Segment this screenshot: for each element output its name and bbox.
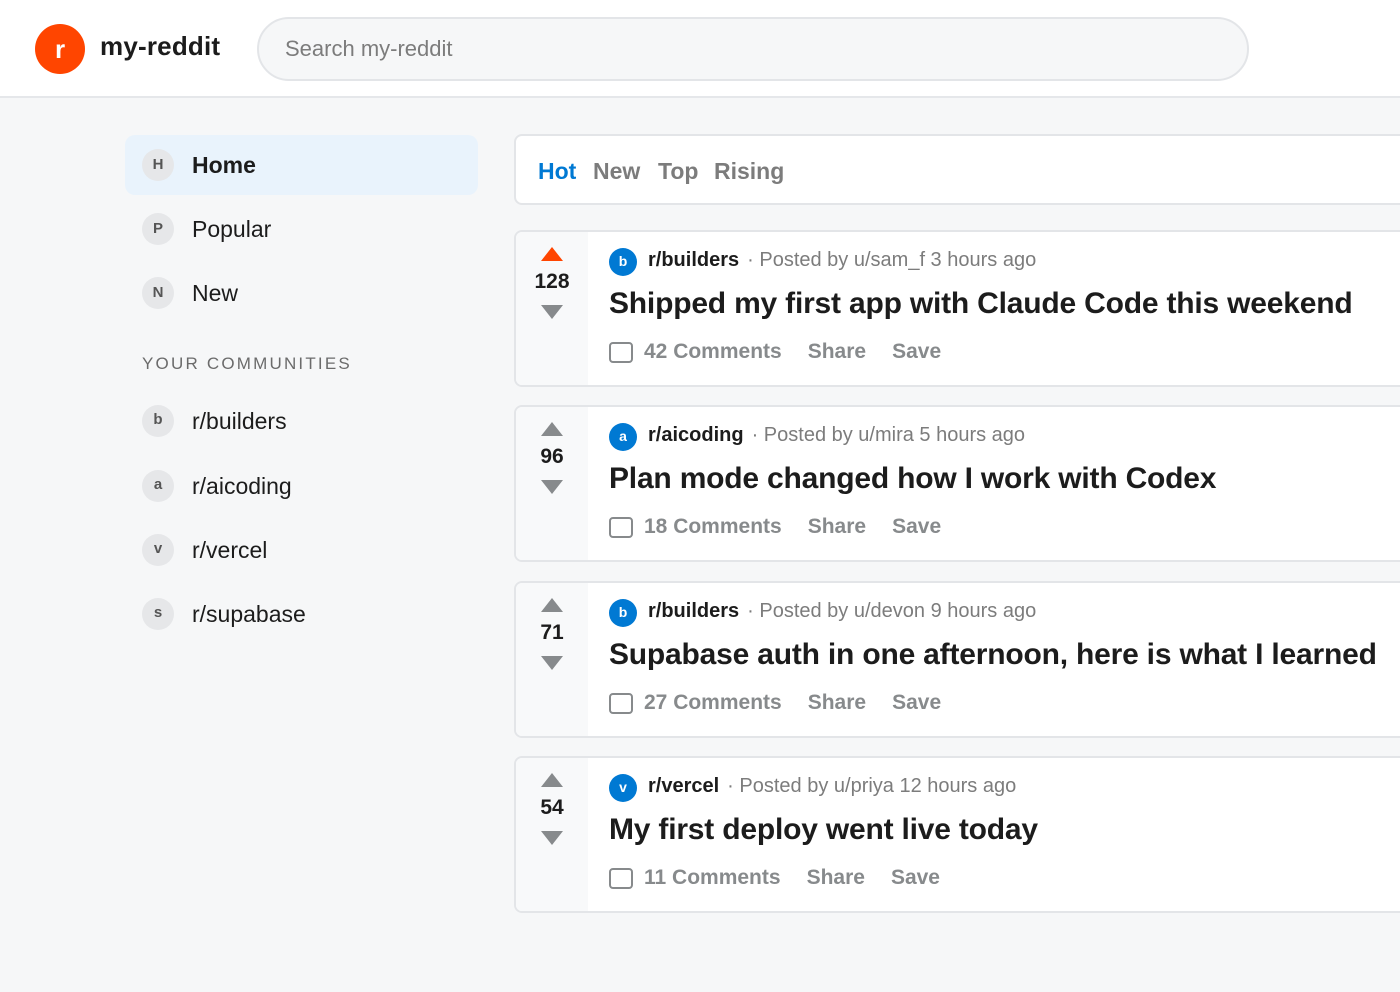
post-meta: r/builders · Posted by u/sam_f 3 hours ag… bbox=[648, 249, 1036, 272]
sidebar-item-label: r/supabase bbox=[192, 600, 306, 627]
logo-icon[interactable]: r bbox=[35, 24, 85, 74]
post-meta: r/builders · Posted by u/devon 9 hours ag… bbox=[648, 600, 1036, 623]
subreddit-link[interactable]: r/builders bbox=[648, 249, 739, 271]
post-card[interactable]: 96 a r/aicoding · Posted by u/mira 5 hour… bbox=[514, 405, 1400, 562]
subreddit-icon[interactable]: a bbox=[609, 423, 637, 451]
top-header: r my-reddit bbox=[0, 0, 1400, 98]
post-byline: · Posted by u/priya 12 hours ago bbox=[727, 775, 1017, 797]
post-title[interactable]: My first deploy went live today bbox=[609, 813, 1038, 847]
comment-icon[interactable] bbox=[609, 341, 633, 363]
home-badge-icon: H bbox=[142, 149, 174, 181]
share-button[interactable]: Share bbox=[808, 691, 866, 715]
sort-bar: Hot New Top Rising bbox=[514, 134, 1400, 205]
vote-column: 96 bbox=[516, 407, 588, 560]
post-meta: r/aicoding · Posted by u/mira 5 hours ago bbox=[648, 424, 1025, 447]
brand-name[interactable]: my-reddit bbox=[100, 31, 220, 62]
search-input[interactable] bbox=[285, 19, 1221, 79]
sidebar-item-new[interactable]: N New bbox=[125, 263, 478, 323]
vote-column: 71 bbox=[516, 583, 588, 736]
subreddit-icon[interactable]: b bbox=[609, 599, 637, 627]
sidebar-item-home[interactable]: H Home bbox=[125, 135, 478, 195]
comments-button[interactable]: 27 Comments bbox=[644, 691, 782, 715]
sidebar-item-aicoding[interactable]: a r/aicoding bbox=[125, 456, 478, 516]
subreddit-icon[interactable]: b bbox=[609, 248, 637, 276]
subreddit-icon[interactable]: v bbox=[609, 774, 637, 802]
sidebar-item-label: New bbox=[192, 279, 239, 306]
community-badge-icon: b bbox=[142, 405, 174, 437]
sidebar-item-label: r/vercel bbox=[192, 536, 268, 563]
share-button[interactable]: Share bbox=[808, 515, 866, 539]
vote-column: 128 bbox=[516, 232, 588, 385]
new-badge-icon: N bbox=[142, 277, 174, 309]
vote-score: 128 bbox=[534, 270, 570, 293]
upvote-arrow-icon[interactable] bbox=[541, 247, 563, 261]
upvote-arrow-icon[interactable] bbox=[541, 773, 563, 787]
post-actions: 27 Comments Share Save bbox=[609, 691, 967, 715]
post-byline: · Posted by u/mira 5 hours ago bbox=[751, 424, 1026, 446]
save-button[interactable]: Save bbox=[892, 691, 941, 715]
post-byline: · Posted by u/sam_f 3 hours ago bbox=[747, 249, 1037, 271]
sidebar-item-popular[interactable]: P Popular bbox=[125, 199, 478, 259]
vote-score: 71 bbox=[540, 621, 564, 644]
post-meta: r/vercel · Posted by u/priya 12 hours ago bbox=[648, 775, 1016, 798]
sidebar-item-vercel[interactable]: v r/vercel bbox=[125, 520, 478, 580]
post-title[interactable]: Supabase auth in one afternoon, here is … bbox=[609, 638, 1377, 672]
vote-score: 96 bbox=[540, 445, 564, 468]
downvote-arrow-icon[interactable] bbox=[541, 305, 563, 319]
upvote-arrow-icon[interactable] bbox=[541, 598, 563, 612]
comments-button[interactable]: 18 Comments bbox=[644, 515, 782, 539]
tab-rising[interactable]: Rising bbox=[714, 158, 784, 185]
post-actions: 11 Comments Share Save bbox=[609, 866, 966, 890]
tab-hot[interactable]: Hot bbox=[538, 158, 576, 185]
save-button[interactable]: Save bbox=[892, 340, 941, 364]
share-button[interactable]: Share bbox=[808, 340, 866, 364]
upvote-arrow-icon[interactable] bbox=[541, 422, 563, 436]
post-actions: 42 Comments Share Save bbox=[609, 340, 967, 364]
community-badge-icon: s bbox=[142, 598, 174, 630]
share-button[interactable]: Share bbox=[807, 866, 865, 890]
save-button[interactable]: Save bbox=[891, 866, 940, 890]
post-card[interactable]: 71 b r/builders · Posted by u/devon 9 hou… bbox=[514, 581, 1400, 738]
subreddit-link[interactable]: r/aicoding bbox=[648, 424, 744, 446]
post-actions: 18 Comments Share Save bbox=[609, 515, 967, 539]
communities-heading: YOUR COMMUNITIES bbox=[142, 354, 352, 373]
comment-icon[interactable] bbox=[609, 867, 633, 889]
sidebar-item-supabase[interactable]: s r/supabase bbox=[125, 584, 478, 644]
vote-column: 54 bbox=[516, 758, 588, 911]
tab-new[interactable]: New bbox=[593, 158, 640, 185]
community-badge-icon: a bbox=[142, 470, 174, 502]
subreddit-link[interactable]: r/vercel bbox=[648, 775, 719, 797]
sidebar-item-label: r/builders bbox=[192, 407, 287, 434]
post-title[interactable]: Shipped my first app with Claude Code th… bbox=[609, 287, 1353, 321]
downvote-arrow-icon[interactable] bbox=[541, 480, 563, 494]
post-card[interactable]: 128 b r/builders · Posted by u/sam_f 3 ho… bbox=[514, 230, 1400, 387]
downvote-arrow-icon[interactable] bbox=[541, 656, 563, 670]
save-button[interactable]: Save bbox=[892, 515, 941, 539]
comments-button[interactable]: 42 Comments bbox=[644, 340, 782, 364]
sidebar-item-label: Home bbox=[192, 151, 256, 178]
downvote-arrow-icon[interactable] bbox=[541, 831, 563, 845]
post-byline: · Posted by u/devon 9 hours ago bbox=[747, 600, 1037, 622]
comments-button[interactable]: 11 Comments bbox=[644, 866, 781, 890]
search-bar[interactable] bbox=[257, 17, 1249, 81]
subreddit-link[interactable]: r/builders bbox=[648, 600, 739, 622]
vote-score: 54 bbox=[540, 796, 564, 819]
sidebar-item-label: Popular bbox=[192, 215, 272, 242]
community-badge-icon: v bbox=[142, 534, 174, 566]
comment-icon[interactable] bbox=[609, 516, 633, 538]
tab-top[interactable]: Top bbox=[658, 158, 698, 185]
post-title[interactable]: Plan mode changed how I work with Codex bbox=[609, 462, 1216, 496]
popular-badge-icon: P bbox=[142, 213, 174, 245]
post-card[interactable]: 54 v r/vercel · Posted by u/priya 12 hour… bbox=[514, 756, 1400, 913]
comment-icon[interactable] bbox=[609, 692, 633, 714]
sidebar-item-builders[interactable]: b r/builders bbox=[125, 391, 478, 451]
sidebar-item-label: r/aicoding bbox=[192, 472, 292, 499]
